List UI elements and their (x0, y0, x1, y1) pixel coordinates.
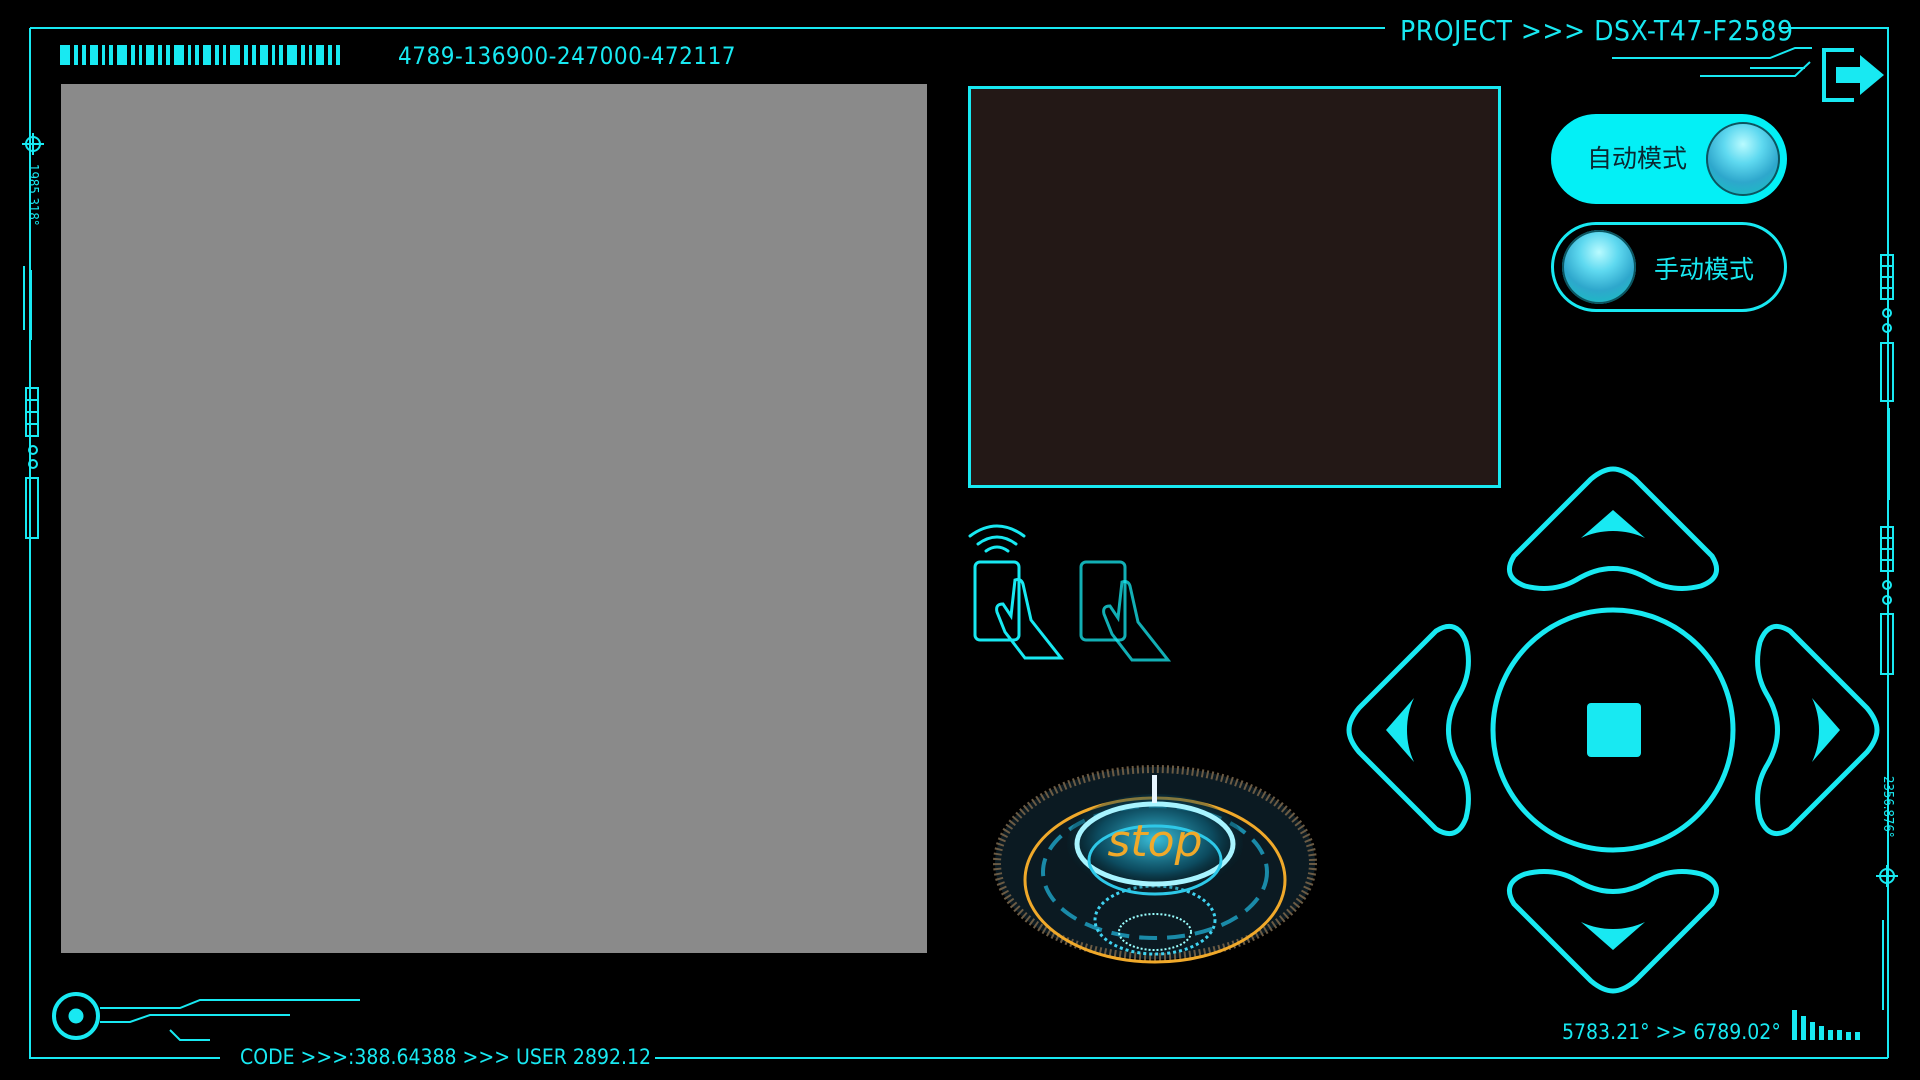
barcode-stripe (301, 45, 305, 65)
barcode-stripe (316, 45, 324, 65)
barcode-stripe (139, 45, 142, 65)
barcode-stripe (215, 45, 219, 65)
toggle-knob-icon (1706, 122, 1780, 196)
barcode-decoration (60, 45, 380, 65)
manual-mode-toggle[interactable]: 手动模式 (1551, 222, 1787, 312)
barcode-stripe (109, 45, 113, 65)
barcode-stripe (60, 45, 70, 65)
barcode-stripe (272, 45, 275, 65)
barcode-stripe (195, 45, 199, 65)
barcode-stripe (188, 45, 191, 65)
arrow-down-icon (1581, 922, 1645, 950)
stop-square-icon (1587, 703, 1641, 757)
barcode-stripe (309, 45, 312, 65)
auto-mode-label: 自动模式 (1587, 144, 1688, 173)
barcode-stripe (260, 45, 268, 65)
barcode-stripe (244, 45, 248, 65)
card-tap-icon[interactable] (1078, 558, 1178, 668)
barcode-stripe (203, 45, 211, 65)
barcode-stripe (287, 45, 297, 65)
dpad-right-button[interactable] (1755, 623, 1880, 837)
barcode-stripe (117, 45, 127, 65)
dpad-left-button[interactable] (1346, 623, 1471, 837)
arrow-up-icon (1581, 510, 1645, 538)
barcode-stripe (131, 45, 135, 65)
code-readout: CODE >>>:388.64388 >>> USER 2892.12 (240, 1045, 652, 1069)
toggle-knob-icon (1562, 230, 1636, 304)
stop-button[interactable]: stop (985, 760, 1325, 970)
coordinates-readout: 5783.21° >> 6789.02° (1562, 1020, 1781, 1044)
barcode-stripe (336, 45, 340, 65)
display-screen (968, 86, 1501, 488)
arrow-left-icon (1386, 698, 1414, 762)
barcode-stripe (279, 45, 283, 65)
barcode-stripe (82, 45, 86, 65)
right-side-readout: 2356.876° (1880, 776, 1895, 838)
barcode-stripe (74, 45, 78, 65)
project-title: PROJECT >>> DSX-T47-F2589 (1400, 14, 1794, 47)
stop-label: stop (1107, 816, 1202, 867)
exit-icon[interactable] (1820, 47, 1890, 103)
barcode-stripe (166, 45, 170, 65)
barcode-stripe (102, 45, 105, 65)
video-feed-panel (61, 84, 927, 953)
barcode-stripe (174, 45, 184, 65)
arrow-right-icon (1812, 698, 1840, 762)
barcode-stripe (223, 45, 226, 65)
direction-pad (1346, 466, 1880, 994)
manual-mode-label: 手动模式 (1654, 255, 1755, 284)
left-side-readout: 1985.318° (25, 164, 40, 226)
auto-mode-toggle[interactable]: 自动模式 (1551, 114, 1787, 204)
barcode-stripe (328, 45, 332, 65)
barcode-stripe (230, 45, 240, 65)
barcode-stripe (146, 45, 154, 65)
barcode-stripe (252, 45, 256, 65)
nfc-card-icon[interactable] (965, 520, 1065, 660)
barcode-stripe (90, 45, 98, 65)
barcode-stripe (158, 45, 162, 65)
serial-number: 4789-136900-247000-472117 (398, 42, 737, 70)
